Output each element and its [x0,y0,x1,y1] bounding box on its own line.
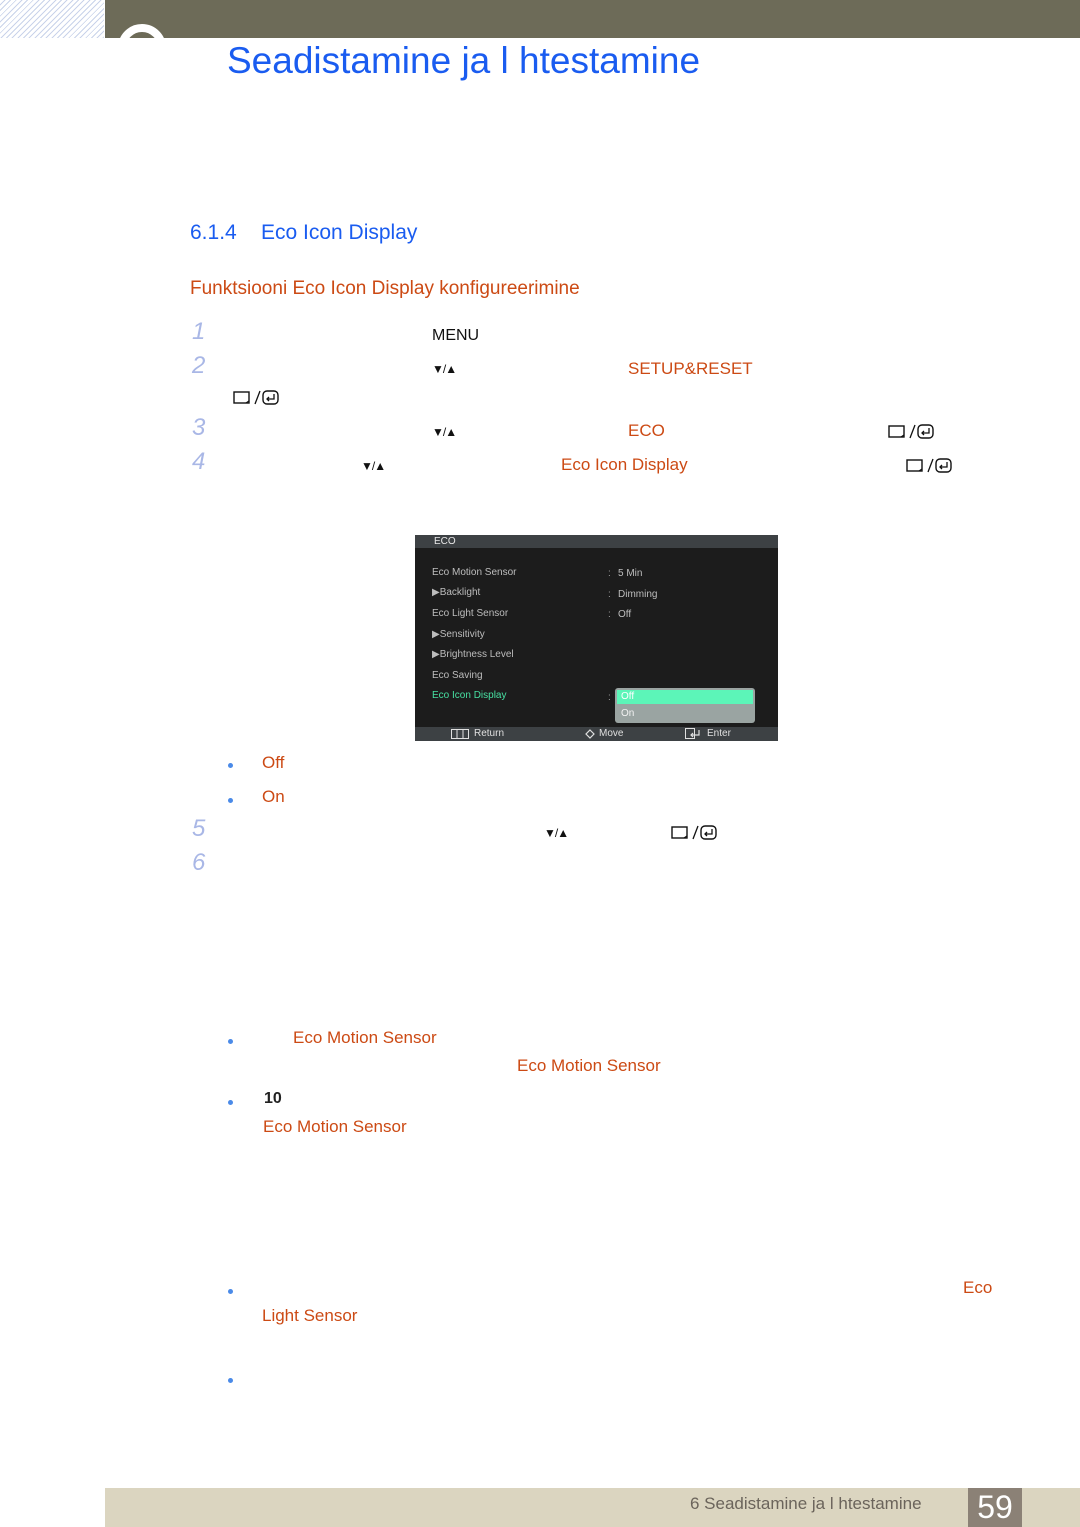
note-eco-motion-sensor: Eco Motion Sensor [263,1117,407,1136]
osd-option-on[interactable]: On [617,707,753,721]
move-diamond-icon [585,729,595,739]
osd-item-label: Brightness Level [439,649,514,660]
osd-colon: : [608,692,611,703]
osd-footer: Return Move Enter [415,727,778,741]
footer-chapter-label: 6 Seadistamine ja l htestamine [690,1494,922,1513]
osd-item-eco-saving[interactable]: Eco Saving [432,670,483,681]
down-up-arrows-icon: ▼/▲ [544,826,569,840]
note-eco-motion-sensor: Eco Motion Sensor [517,1056,661,1075]
subheading: Funktsiooni Eco Icon Display konfigureer… [190,278,580,299]
submenu-arrow-icon: ▶ [432,649,440,660]
down-up-arrows-icon: ▼/▲ [432,362,457,376]
osd-value-motion-sensor: 5 Min [618,568,643,579]
osd-item-label: Sensitivity [439,629,485,640]
setup-reset-keyword: SETUP&RESET [628,359,753,378]
section-number: 6.1.4 [190,221,237,244]
bullet-icon [228,1289,233,1294]
eco-icon-display-keyword: Eco Icon Display [561,455,688,474]
osd-value-backlight: Dimming [618,589,658,600]
chapter-circle-icon [118,24,166,39]
osd-title: ECO [434,536,456,547]
step-number-4: 4 [192,448,206,475]
step-number-2: 2 [192,352,206,379]
osd-colon: : [608,589,611,600]
source-enter-button-icon [906,457,956,479]
osd-move-label: Move [599,728,624,739]
bullet-icon [228,1378,233,1383]
osd-item-label: Backlight [439,587,481,598]
footer-bar [105,1488,1080,1527]
note-eco-motion-sensor: Eco Motion Sensor [293,1028,437,1047]
down-up-arrows-icon: ▼/▲ [361,459,386,473]
osd-colon: : [608,609,611,620]
osd-dropdown[interactable]: Off On [615,688,755,723]
osd-header [415,535,778,548]
step-number-6: 6 [192,849,206,876]
header-hatch-decoration [0,0,104,38]
option-on: On [262,787,285,806]
down-up-arrows-icon: ▼/▲ [432,425,457,439]
note-minutes-value: 10 [264,1090,282,1107]
source-enter-button-icon [888,423,938,445]
step-number-1: 1 [192,318,206,345]
osd-item-eco-icon-display[interactable]: Eco Icon Display [432,690,506,701]
bullet-icon [228,763,233,768]
osd-eco-menu: ECO Eco Motion Sensor : 5 Min ▶Backlight… [415,535,778,741]
osd-item-backlight[interactable]: ▶Backlight [432,587,480,598]
eco-keyword: ECO [628,421,665,440]
header-bar [105,0,1080,38]
osd-item-eco-light-sensor[interactable]: Eco Light Sensor [432,608,508,619]
source-enter-button-icon [233,389,283,411]
step-number-3: 3 [192,414,206,441]
option-off: Off [262,753,285,772]
step-number-5: 5 [192,815,206,842]
section-title: Eco Icon Display [261,221,418,244]
bullet-icon [228,1039,233,1044]
osd-item-brightness-level[interactable]: ▶Brightness Level [432,649,514,660]
osd-colon: : [608,568,611,579]
osd-return-label: Return [474,728,505,739]
osd-item-eco-motion-sensor[interactable]: Eco Motion Sensor [432,567,517,578]
note-eco-light-sensor-a: Eco [963,1278,993,1297]
osd-option-off[interactable]: Off [617,690,753,704]
osd-enter-label: Enter [707,728,731,739]
bullet-icon [228,798,233,803]
osd-item-sensitivity[interactable]: ▶Sensitivity [432,629,485,640]
osd-value-light-sensor: Off [618,609,632,620]
enter-icon [685,728,700,739]
chapter-title: Seadistamine ja l htestamine [227,40,701,81]
menu-keyword: MENU [432,327,480,344]
note-eco-light-sensor-b: Light Sensor [262,1306,358,1325]
source-enter-button-icon [671,824,721,846]
menu-bars-icon [451,729,469,739]
submenu-arrow-icon: ▶ [432,629,440,640]
submenu-arrow-icon: ▶ [432,587,440,598]
bullet-icon [228,1100,233,1105]
page-number: 59 [977,1489,1013,1525]
